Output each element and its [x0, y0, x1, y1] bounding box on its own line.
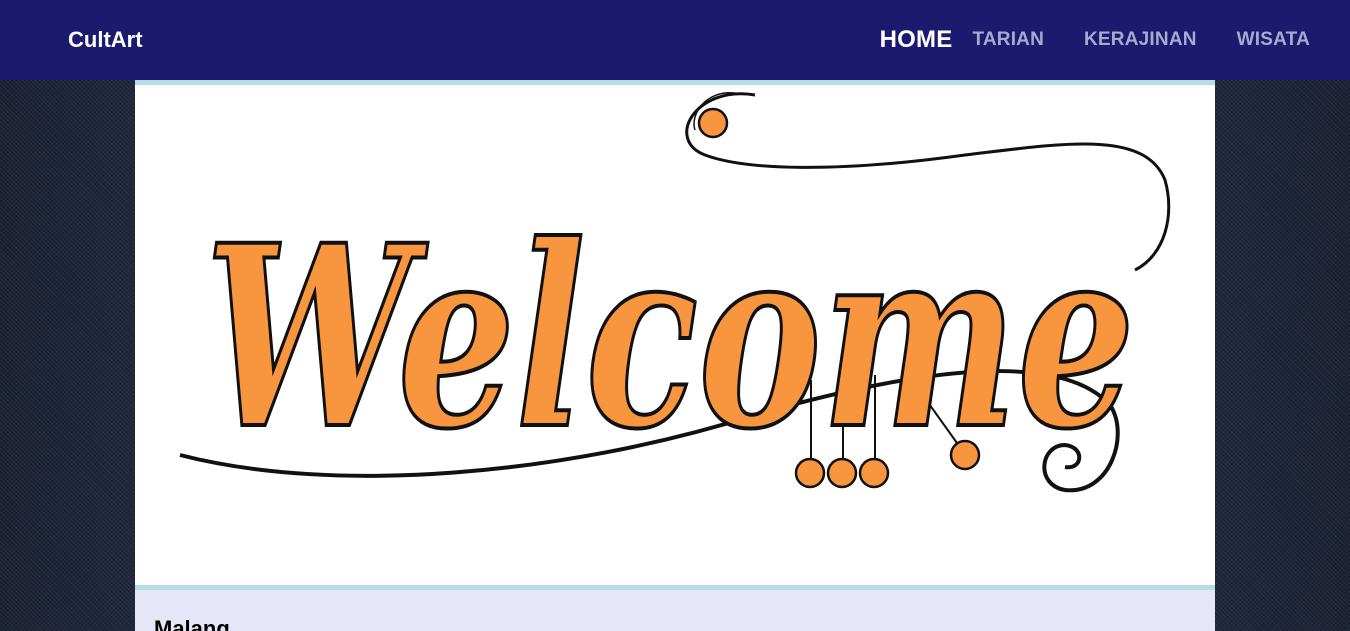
main-content: Welcome Malang [135, 80, 1215, 631]
section-title: Malang [154, 616, 230, 631]
main-nav: HOME TARIAN KERAJINAN WISATA [880, 0, 1310, 80]
nav-item-kerajinan[interactable]: KERAJINAN [1084, 29, 1197, 51]
top-navbar: CultArt HOME TARIAN KERAJINAN WISATA [0, 0, 1350, 80]
nav-item-tarian[interactable]: TARIAN [972, 29, 1044, 51]
nav-item-wisata[interactable]: WISATA [1237, 29, 1310, 51]
welcome-text: Welcome [205, 190, 1135, 484]
welcome-illustration: Welcome [179, 92, 1171, 493]
welcome-banner: Welcome [135, 80, 1215, 590]
nav-item-home[interactable]: HOME [880, 26, 953, 54]
brand-logo[interactable]: CultArt [68, 26, 143, 54]
